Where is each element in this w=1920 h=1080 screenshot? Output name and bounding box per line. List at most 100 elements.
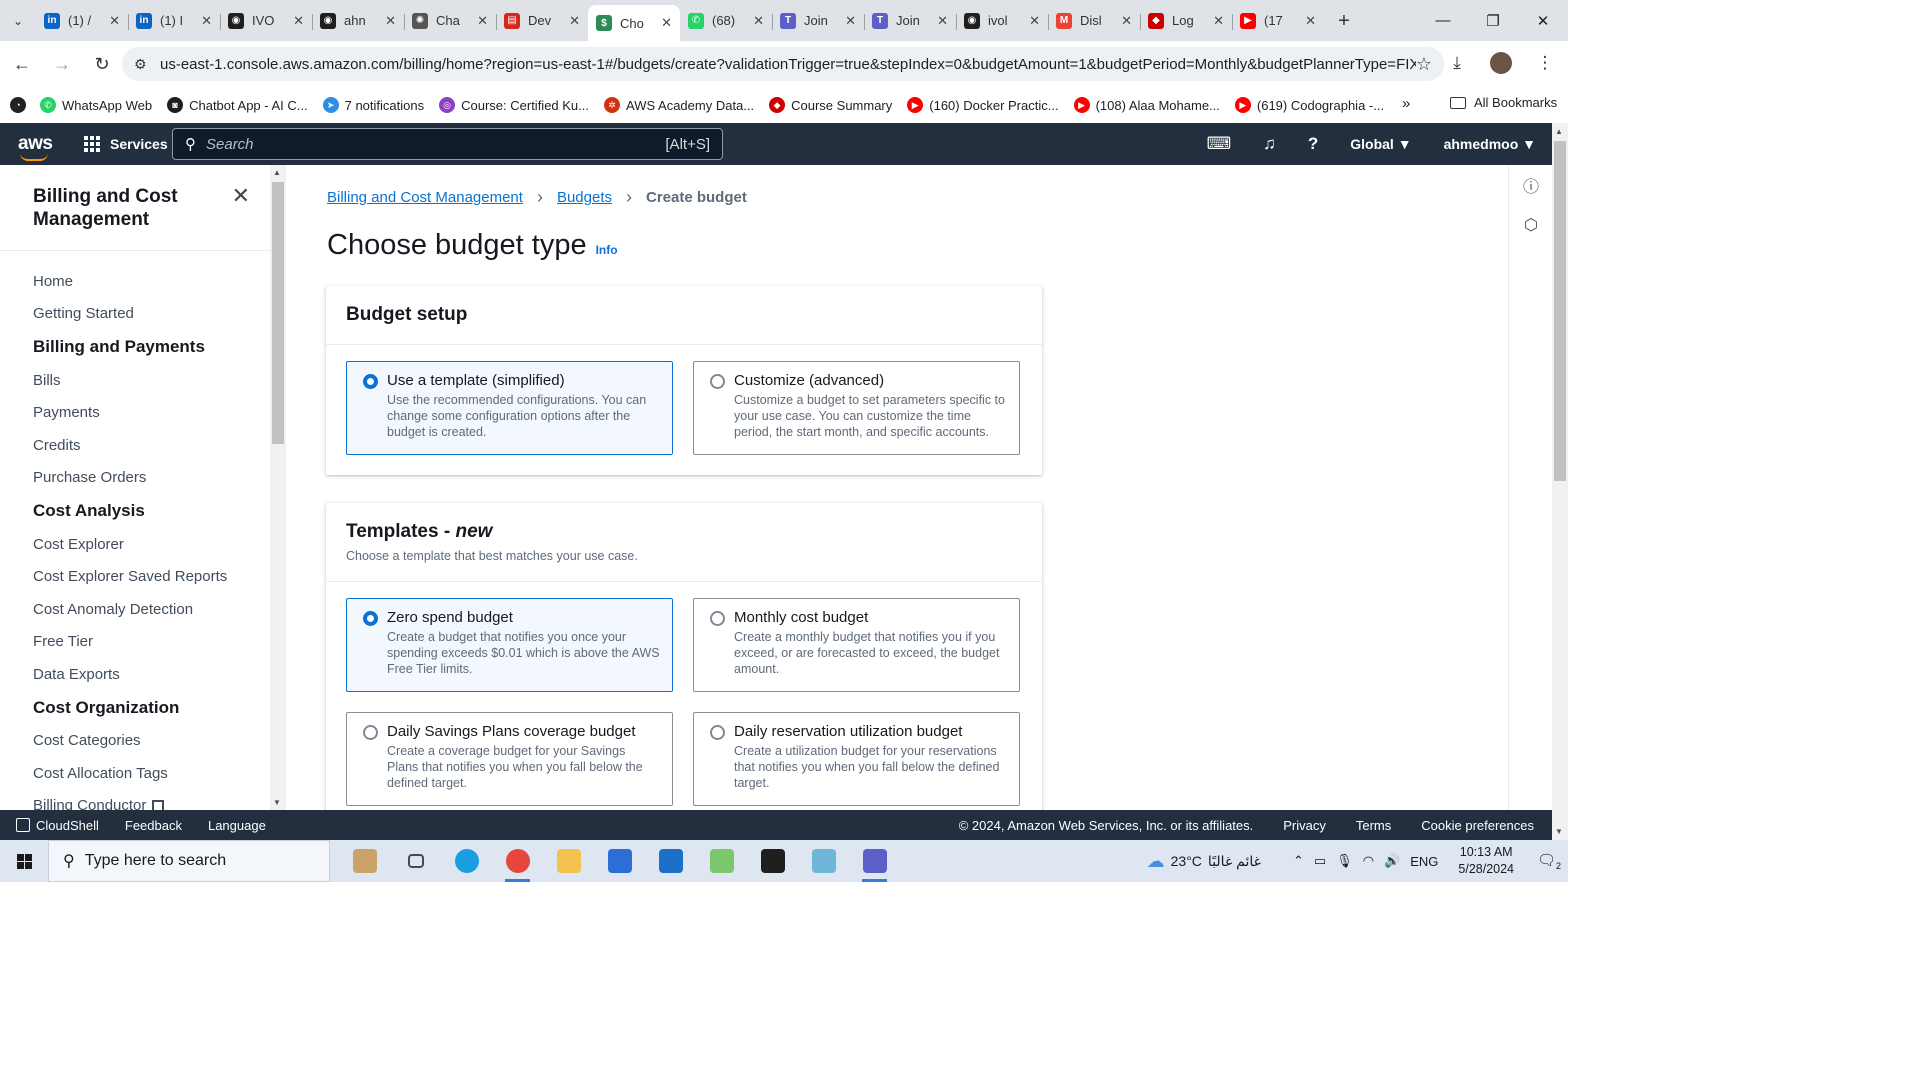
sidenav-item[interactable]: Cost Categories bbox=[33, 725, 270, 758]
close-tab-icon[interactable]: ✕ bbox=[661, 15, 672, 31]
sidenav-title[interactable]: Billing and Cost Management bbox=[33, 185, 213, 231]
page-scrollbar[interactable]: ▲ ▼ bbox=[1552, 123, 1568, 840]
microsoft-store-icon[interactable] bbox=[599, 840, 640, 882]
bookmark-item[interactable]: ◔ bbox=[10, 97, 32, 113]
breadcrumb-budgets[interactable]: Budgets bbox=[557, 189, 612, 206]
bookmark-star-icon[interactable]: ☆ bbox=[1416, 54, 1432, 75]
sidenav-item[interactable]: Billing Conductor bbox=[33, 790, 270, 810]
file-explorer-icon[interactable] bbox=[548, 840, 589, 882]
bookmark-item[interactable]: ▶ (108) Alaa Mohame... bbox=[1073, 97, 1220, 113]
new-tab-button[interactable]: + bbox=[1328, 10, 1360, 33]
all-bookmarks-button[interactable]: All Bookmarks bbox=[1450, 95, 1557, 110]
notification-center-icon[interactable]: 🗨2 bbox=[1530, 851, 1568, 871]
aws-logo[interactable]: aws bbox=[18, 133, 68, 161]
sidenav-section-heading[interactable]: Cost Analysis bbox=[33, 494, 270, 528]
windows-start-icon[interactable] bbox=[0, 840, 48, 882]
weather-widget[interactable]: ☁ 23°C غائم غالبًا bbox=[1147, 851, 1261, 872]
village-widget-icon[interactable] bbox=[344, 840, 385, 882]
teams-icon[interactable] bbox=[854, 840, 895, 882]
volume-icon[interactable]: 🔊 bbox=[1384, 853, 1400, 869]
account-menu[interactable]: ahmedmoo ▼ bbox=[1444, 136, 1536, 152]
privacy-link[interactable]: Privacy bbox=[1283, 818, 1326, 833]
clock[interactable]: 10:13 AM 5/28/2024 bbox=[1458, 844, 1514, 878]
gitkraken-icon[interactable] bbox=[701, 840, 742, 882]
close-icon[interactable]: ✕ bbox=[232, 183, 250, 209]
settings-hexagon-icon[interactable]: ⬡ bbox=[1509, 205, 1553, 245]
sidenav-item[interactable]: Free Tier bbox=[33, 626, 270, 659]
radio-button[interactable] bbox=[710, 374, 725, 389]
task-view-icon[interactable] bbox=[395, 840, 436, 882]
sidenav-item[interactable]: Home bbox=[33, 265, 270, 298]
browser-menu-icon[interactable]: ⋮ bbox=[1530, 48, 1560, 78]
wifi-icon[interactable]: ◠ bbox=[1363, 853, 1374, 869]
forward-icon[interactable]: → bbox=[44, 46, 80, 82]
reload-icon[interactable]: ↻ bbox=[84, 46, 120, 82]
bookmark-item[interactable]: ▶ (160) Docker Practic... bbox=[907, 97, 1059, 113]
close-tab-icon[interactable]: ✕ bbox=[1029, 13, 1040, 29]
close-tab-icon[interactable]: ✕ bbox=[753, 13, 764, 29]
browser-tab[interactable]: ◉ IVO ✕ bbox=[220, 5, 312, 37]
sidenav-section-heading[interactable]: Cost Organization bbox=[33, 691, 270, 725]
bookmark-item[interactable]: ◎ Course: Certified Ku... bbox=[439, 97, 589, 113]
browser-tab[interactable]: T Join ✕ bbox=[772, 5, 864, 37]
radio-tile[interactable]: Use a template (simplified) Use the recom… bbox=[346, 361, 673, 455]
profile-avatar[interactable] bbox=[1486, 48, 1516, 78]
region-selector[interactable]: Global ▼ bbox=[1350, 136, 1411, 152]
close-tab-icon[interactable]: ✕ bbox=[109, 13, 120, 29]
radio-button[interactable] bbox=[363, 725, 378, 740]
tab-search-icon[interactable]: ⌄ bbox=[0, 0, 36, 41]
sidenav-item[interactable]: Bills bbox=[33, 364, 270, 397]
breadcrumb-billing[interactable]: Billing and Cost Management bbox=[327, 189, 523, 206]
terms-link[interactable]: Terms bbox=[1356, 818, 1391, 833]
chrome-icon[interactable] bbox=[497, 840, 538, 882]
back-icon[interactable]: ← bbox=[4, 46, 40, 82]
info-link[interactable]: Info bbox=[596, 243, 618, 257]
close-tab-icon[interactable]: ✕ bbox=[201, 13, 212, 29]
radio-button[interactable] bbox=[363, 374, 378, 389]
browser-tab[interactable]: ◉ ahn ✕ bbox=[312, 5, 404, 37]
feedback-link[interactable]: Feedback bbox=[125, 818, 182, 833]
edge-icon[interactable] bbox=[446, 840, 487, 882]
radio-button[interactable] bbox=[363, 611, 378, 626]
sidenav-item[interactable]: Credits bbox=[33, 429, 270, 462]
cloudshell-button[interactable]: CloudShell bbox=[16, 817, 99, 833]
notifications-bell-icon[interactable]: ♫ bbox=[1263, 134, 1276, 154]
radio-tile[interactable]: Daily reservation utilization budget Crea… bbox=[693, 712, 1020, 806]
bookmark-item[interactable]: ✲ AWS Academy Data... bbox=[604, 97, 754, 113]
close-tab-icon[interactable]: ✕ bbox=[569, 13, 580, 29]
sidenav-scrollbar[interactable]: ▲ ▼ bbox=[270, 165, 286, 810]
sidenav-item[interactable]: Data Exports bbox=[33, 658, 270, 691]
close-tab-icon[interactable]: ✕ bbox=[1213, 13, 1224, 29]
sidenav-item[interactable]: Cost Explorer Saved Reports bbox=[33, 561, 270, 594]
close-tab-icon[interactable]: ✕ bbox=[385, 13, 396, 29]
browser-tab[interactable]: in (1) I ✕ bbox=[128, 5, 220, 37]
radio-button[interactable] bbox=[710, 611, 725, 626]
radio-tile[interactable]: Zero spend budget Create a budget that no… bbox=[346, 598, 673, 692]
close-window-icon[interactable]: ✕ bbox=[1518, 0, 1568, 41]
microphone-icon[interactable]: 🎙 bbox=[1336, 853, 1353, 869]
browser-tab[interactable]: M Disl ✕ bbox=[1048, 5, 1140, 37]
browser-tab[interactable]: in (1) / ✕ bbox=[36, 5, 128, 37]
services-menu-button[interactable]: Services bbox=[84, 136, 168, 152]
minimize-icon[interactable]: — bbox=[1418, 0, 1468, 41]
close-tab-icon[interactable]: ✕ bbox=[1305, 13, 1316, 29]
bookmark-item[interactable]: ✆ WhatsApp Web bbox=[40, 97, 152, 113]
bookmark-item[interactable]: ◙ Chatbot App - AI C... bbox=[167, 97, 308, 113]
download-icon[interactable]: ⤓ bbox=[1442, 48, 1472, 78]
close-tab-icon[interactable]: ✕ bbox=[1121, 13, 1132, 29]
radio-tile[interactable]: Monthly cost budget Create a monthly budg… bbox=[693, 598, 1020, 692]
browser-tab[interactable]: ▶ (17 ✕ bbox=[1232, 5, 1324, 37]
help-icon[interactable]: ? bbox=[1308, 134, 1318, 154]
bookmark-item[interactable]: ▶ (619) Codographia -... bbox=[1234, 97, 1384, 113]
more-bookmarks-icon[interactable]: » bbox=[1402, 95, 1410, 112]
console-search[interactable]: ⚲ [Alt+S] bbox=[172, 128, 723, 160]
browser-tab[interactable]: ◆ Log ✕ bbox=[1140, 5, 1232, 37]
notepad-icon[interactable] bbox=[803, 840, 844, 882]
search-input[interactable] bbox=[206, 135, 666, 153]
sidenav-section-heading[interactable]: Billing and Payments bbox=[33, 330, 270, 364]
terminal-icon[interactable] bbox=[752, 840, 793, 882]
radio-tile[interactable]: Customize (advanced) Customize a budget t… bbox=[693, 361, 1020, 455]
taskbar-search[interactable]: ⚲ Type here to search bbox=[48, 840, 330, 882]
battery-icon[interactable]: ▭ bbox=[1314, 853, 1326, 869]
radio-button[interactable] bbox=[710, 725, 725, 740]
